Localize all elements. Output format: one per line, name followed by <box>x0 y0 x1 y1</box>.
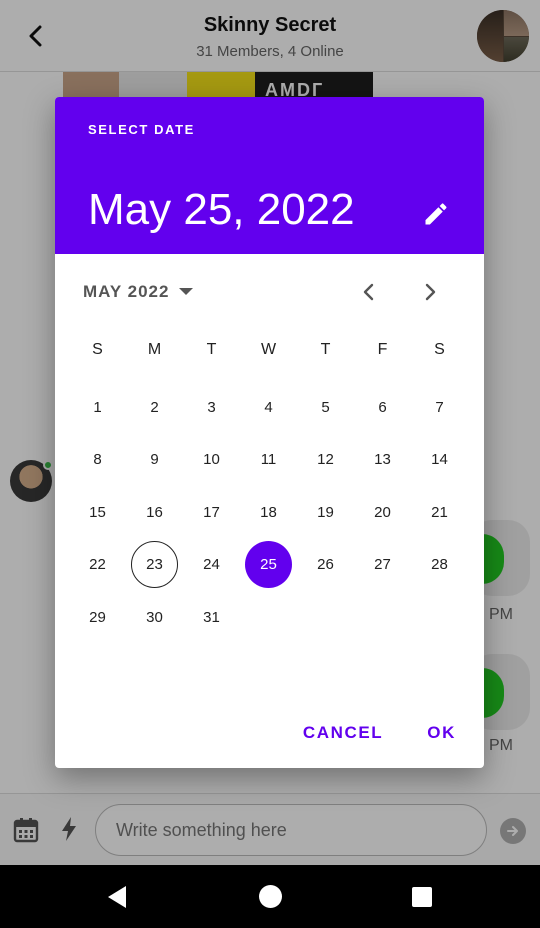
chevron-right-icon <box>425 283 436 301</box>
calendar-day[interactable]: 26 <box>297 539 354 592</box>
day-number: 30 <box>146 608 163 626</box>
day-number: 5 <box>321 398 330 416</box>
day-number: 22 <box>89 556 106 574</box>
calendar-day[interactable]: 21 <box>411 486 468 539</box>
calendar-day[interactable]: 16 <box>126 486 183 539</box>
date-picker-dialog: SELECT DATE May 25, 2022 MAY 2022 S M T W T F… <box>55 97 484 768</box>
weekday-label: S <box>434 341 445 358</box>
chevron-left-icon <box>363 283 374 301</box>
day-number: 17 <box>203 503 220 521</box>
calendar-day[interactable]: 19 <box>297 486 354 539</box>
date-picker-label: SELECT DATE <box>88 122 195 137</box>
calendar-day[interactable]: 27 <box>354 539 411 592</box>
calendar-day[interactable]: 5 <box>297 381 354 434</box>
day-number: 4 <box>264 398 273 416</box>
previous-month-button[interactable] <box>351 275 385 309</box>
system-home-button[interactable] <box>259 885 282 908</box>
day-number: 25 <box>245 541 292 589</box>
calendar-day[interactable]: 6 <box>354 381 411 434</box>
ok-button[interactable]: OK <box>421 719 462 747</box>
calendar-day[interactable]: 17 <box>183 486 240 539</box>
day-number: 19 <box>317 503 334 521</box>
calendar-day[interactable]: 30 <box>126 591 183 644</box>
calendar-day[interactable]: 4 <box>240 381 297 434</box>
edit-date-button[interactable] <box>417 195 455 233</box>
day-number: 23 <box>131 541 178 589</box>
day-number: 2 <box>150 398 159 416</box>
weekday-header-row: SMTWTFS <box>69 341 468 359</box>
day-number: 10 <box>203 451 220 469</box>
day-number: 27 <box>374 556 391 574</box>
system-navigation-bar <box>0 865 540 928</box>
weekday-label: S <box>92 341 103 358</box>
weekday-label: F <box>377 341 388 358</box>
day-number: 13 <box>374 451 391 469</box>
day-number: 18 <box>260 503 277 521</box>
day-number: 21 <box>431 503 448 521</box>
calendar-day[interactable]: 18 <box>240 486 297 539</box>
day-number: 3 <box>207 398 216 416</box>
selected-day[interactable]: 25 <box>240 539 297 592</box>
calendar-day[interactable]: 20 <box>354 486 411 539</box>
day-number: 7 <box>435 398 444 416</box>
calendar-day[interactable]: 22 <box>69 539 126 592</box>
day-number: 16 <box>146 503 163 521</box>
day-number: 6 <box>378 398 387 416</box>
day-number: 24 <box>203 556 220 574</box>
day-number: 29 <box>89 608 106 626</box>
next-month-button[interactable] <box>414 275 448 309</box>
day-number: 11 <box>260 451 277 469</box>
weekday-label: W <box>260 341 277 358</box>
day-number: 12 <box>317 451 334 469</box>
day-number: 31 <box>203 608 220 626</box>
day-number: 9 <box>150 451 159 469</box>
calendar-day[interactable]: 31 <box>183 591 240 644</box>
day-number: 1 <box>93 398 102 416</box>
day-number: 8 <box>93 451 102 469</box>
calendar-day[interactable]: 28 <box>411 539 468 592</box>
day-number: 28 <box>431 556 448 574</box>
month-year-label: MAY 2022 <box>83 282 170 301</box>
pencil-icon <box>425 203 447 225</box>
calendar-day[interactable]: 8 <box>69 434 126 487</box>
selected-date-display: May 25, 2022 <box>88 185 355 234</box>
caret-down-icon <box>179 288 194 295</box>
day-number: 15 <box>89 503 106 521</box>
system-back-icon[interactable] <box>106 885 128 909</box>
day-number: 20 <box>374 503 391 521</box>
calendar-day[interactable]: 12 <box>297 434 354 487</box>
dialog-actions: CANCEL OK <box>297 719 462 747</box>
calendar-day[interactable]: 2 <box>126 381 183 434</box>
calendar-day[interactable]: 11 <box>240 434 297 487</box>
calendar-day[interactable]: 1 <box>69 381 126 434</box>
system-recents-button[interactable] <box>412 887 432 907</box>
day-number: 14 <box>431 451 448 469</box>
calendar-day[interactable]: 7 <box>411 381 468 434</box>
day-number: 26 <box>317 556 334 574</box>
weekday-label: T <box>206 341 217 358</box>
calendar-day[interactable]: 3 <box>183 381 240 434</box>
calendar-day[interactable]: 10 <box>183 434 240 487</box>
calendar-day-grid: 1 2 3 4 5 6 7 8 9 10 11 12 13 14 15 16 17 18 19 20 21 22 23 24 2… <box>69 381 468 644</box>
date-picker-header: SELECT DATE May 25, 2022 <box>55 97 484 254</box>
weekday-label: M <box>147 341 162 358</box>
today-day[interactable]: 23 <box>126 539 183 592</box>
calendar-day[interactable]: 14 <box>411 434 468 487</box>
cancel-button[interactable]: CANCEL <box>297 719 389 747</box>
month-year-selector[interactable]: MAY 2022 <box>83 279 194 305</box>
calendar-day[interactable]: 24 <box>183 539 240 592</box>
calendar-day[interactable]: 9 <box>126 434 183 487</box>
calendar-day[interactable]: 15 <box>69 486 126 539</box>
calendar-day[interactable]: 13 <box>354 434 411 487</box>
weekday-label: T <box>320 341 331 358</box>
calendar-day[interactable]: 29 <box>69 591 126 644</box>
